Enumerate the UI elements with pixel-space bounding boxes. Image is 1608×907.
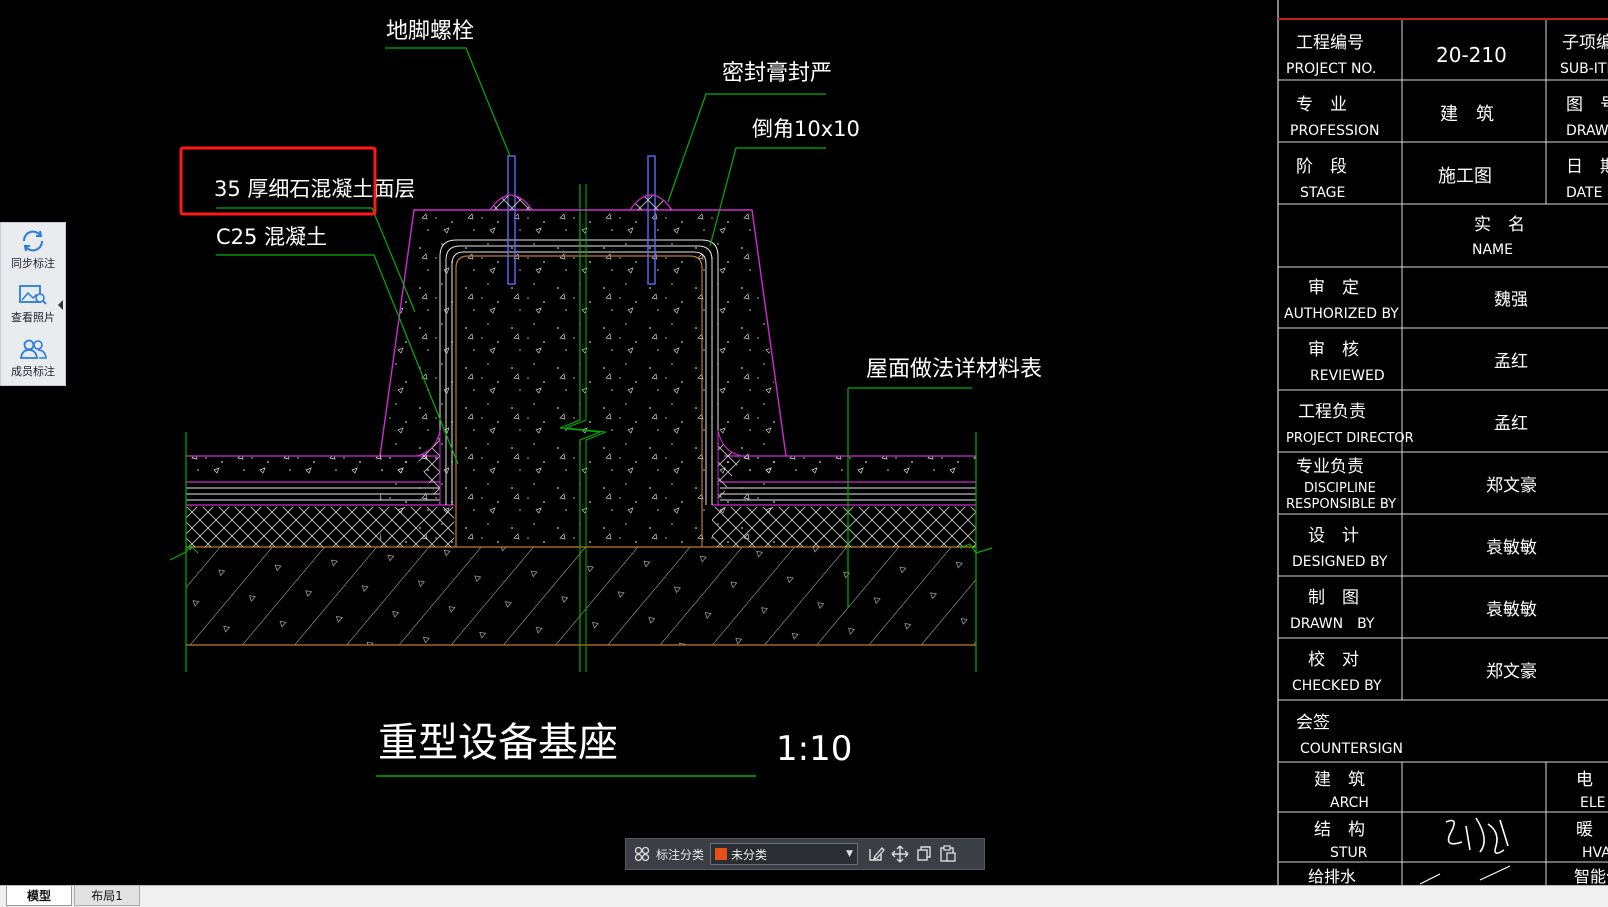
svg-text:郑文豪: 郑文豪 [1486, 475, 1537, 496]
svg-text:审 定: 审 定 [1308, 278, 1359, 298]
label-chamfer: 倒角10x10 [752, 117, 860, 141]
svg-text:实 名: 实 名 [1474, 215, 1525, 235]
drawing-title-block: 重型设备基座 1:10 [376, 720, 852, 777]
svg-text:RESPONSIBLE BY: RESPONSIBLE BY [1286, 497, 1396, 512]
svg-text:给排水: 给排水 [1308, 867, 1356, 886]
svg-text:工程负责: 工程负责 [1298, 402, 1366, 422]
view-photo-label: 查看照片 [11, 311, 55, 324]
move-button[interactable] [888, 842, 912, 866]
cad-drawing-canvas[interactable]: 地脚螺栓 密封膏封严 倒角10x10 35 厚细石混凝土面层 C25 混凝土 屋… [0, 0, 1608, 906]
svg-text:工程编号: 工程编号 [1296, 33, 1364, 53]
edit-button[interactable] [864, 842, 888, 866]
drawing-scale: 1:10 [776, 729, 852, 769]
collapse-arrow-icon[interactable] [57, 299, 65, 311]
category-label: 标注分类 [656, 847, 705, 862]
svg-text:PROJECT DIRECTOR: PROJECT DIRECTOR [1286, 431, 1414, 446]
svg-text:REVIEWED: REVIEWED [1310, 368, 1385, 384]
copy-button[interactable] [912, 842, 936, 866]
svg-text:智能化: 智能化 [1574, 867, 1608, 886]
annotation-toolbar: 标注分类 未分类 ▼ [625, 838, 985, 870]
svg-text:子项编号: 子项编号 [1562, 33, 1608, 53]
drawing-title: 重型设备基座 [378, 720, 618, 766]
svg-text:袁敏敏: 袁敏敏 [1486, 600, 1537, 620]
label-anchor-bolt: 地脚螺栓 [386, 19, 474, 44]
label-fine-concrete: 35 厚细石混凝土面层 [214, 177, 415, 201]
svg-text:阶 段: 阶 段 [1296, 157, 1347, 177]
move-icon [891, 845, 909, 863]
svg-text:图 号: 图 号 [1566, 95, 1608, 115]
signature-image [1445, 817, 1509, 854]
photo-search-icon [19, 285, 47, 305]
sync-icon [22, 230, 44, 252]
annotation-sidebar: 同步标注 查看照片 成员标注 [0, 222, 66, 386]
svg-text:NAME: NAME [1472, 242, 1513, 258]
svg-text:STUR: STUR [1330, 845, 1368, 861]
svg-text:郑文豪: 郑文豪 [1486, 661, 1537, 682]
svg-text:施工图: 施工图 [1438, 166, 1492, 187]
svg-text:专业负责: 专业负责 [1296, 457, 1364, 477]
svg-text:ARCH: ARCH [1330, 795, 1369, 811]
svg-text:袁敏敏: 袁敏敏 [1486, 538, 1537, 558]
svg-text:专 业: 专 业 [1296, 95, 1347, 115]
label-sealant: 密封膏封严 [722, 61, 832, 86]
tab-model[interactable]: 模型 [6, 886, 72, 906]
dropdown-arrow-icon: ▼ [846, 849, 854, 859]
category-color-swatch [715, 848, 728, 860]
svg-text:日 期: 日 期 [1566, 157, 1608, 177]
svg-text:孟红: 孟红 [1494, 414, 1528, 434]
edit-icon [869, 847, 885, 861]
layout-tab-bar: 模型 布局1 [0, 885, 1608, 907]
svg-text:设 计: 设 计 [1308, 526, 1359, 546]
title-block-table: 工程编号 PROJECT NO. 20-210 子项编号 SUB-ITEM 专 … [1277, 0, 1608, 886]
svg-text:DISCIPLINE: DISCIPLINE [1304, 481, 1376, 496]
grid-icon [634, 846, 650, 862]
svg-text:建 筑: 建 筑 [1440, 104, 1494, 125]
svg-text:CHECKED BY: CHECKED BY [1292, 678, 1382, 694]
svg-text:AUTHORIZED BY: AUTHORIZED BY [1284, 306, 1399, 322]
paste-icon [940, 845, 956, 862]
grid-menu-button[interactable] [630, 842, 654, 866]
tab-layout1[interactable]: 布局1 [74, 886, 140, 906]
svg-text:孟红: 孟红 [1494, 352, 1528, 372]
label-material-table: 屋面做法详材料表 [866, 357, 1042, 382]
svg-text:会签: 会签 [1296, 713, 1330, 733]
svg-text:20-210: 20-210 [1436, 43, 1507, 67]
copy-icon [917, 846, 931, 861]
svg-text:DRAWING: DRAWING [1566, 123, 1608, 139]
svg-text:PROJECT NO.: PROJECT NO. [1286, 61, 1376, 77]
svg-text:制 图: 制 图 [1308, 588, 1359, 608]
view-photo-button[interactable]: 查看照片 [1, 277, 65, 331]
member-annotation-label: 成员标注 [11, 365, 55, 378]
svg-text:HVA: HVA [1582, 845, 1608, 861]
svg-text:魏强: 魏强 [1494, 290, 1528, 310]
svg-text:暖 通: 暖 通 [1576, 820, 1608, 840]
paste-button[interactable] [936, 842, 960, 866]
category-value: 未分类 [731, 847, 768, 862]
sync-annotation-label: 同步标注 [11, 257, 55, 270]
svg-text:ELE: ELE [1580, 795, 1606, 811]
svg-text:电 气: 电 气 [1576, 770, 1608, 790]
svg-text:结 构: 结 构 [1314, 820, 1365, 840]
svg-text:DESIGNED BY: DESIGNED BY [1292, 554, 1388, 570]
svg-text:DATE: DATE [1566, 185, 1602, 201]
svg-text:PROFESSION: PROFESSION [1290, 123, 1379, 139]
svg-text:校 对: 校 对 [1308, 650, 1359, 670]
svg-text:审 核: 审 核 [1308, 340, 1359, 360]
svg-text:COUNTERSIGN: COUNTERSIGN [1300, 741, 1403, 757]
sync-annotation-button[interactable]: 同步标注 [1, 223, 65, 277]
svg-text:DRAWN BY: DRAWN BY [1290, 616, 1375, 632]
svg-text:STAGE: STAGE [1300, 185, 1345, 201]
svg-text:建 筑: 建 筑 [1314, 770, 1365, 790]
member-annotation-button[interactable]: 成员标注 [1, 331, 65, 385]
category-dropdown[interactable]: 未分类 ▼ [710, 843, 859, 865]
svg-text:SUB-ITEM: SUB-ITEM [1560, 61, 1608, 77]
users-icon [19, 339, 47, 359]
label-c25-concrete: C25 混凝土 [216, 225, 327, 249]
